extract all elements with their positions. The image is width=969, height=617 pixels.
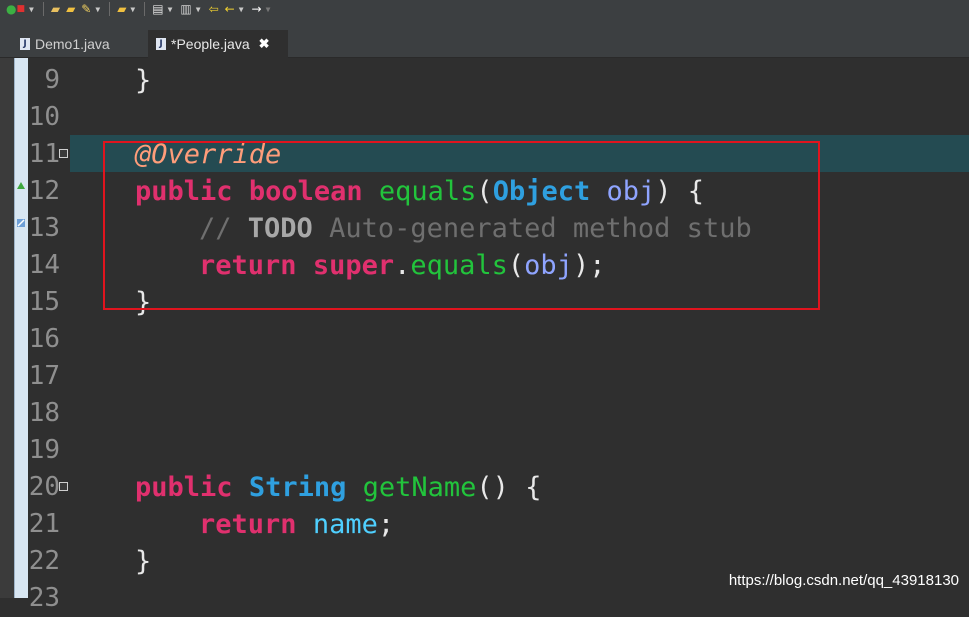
toolbar-separator <box>144 2 146 16</box>
line-number: 21 <box>28 509 60 539</box>
java-file-icon: J <box>156 38 166 50</box>
tab-label: *People.java <box>171 36 250 52</box>
bookmark-icon[interactable]: ▥ <box>178 1 193 17</box>
fold-toggle-icon[interactable] <box>59 482 68 491</box>
code-editor[interactable]: 9 10 11 12 13 14 15 16 17 18 19 20 21 22… <box>0 58 969 613</box>
edit-icon[interactable]: ✎ <box>79 1 93 17</box>
line-number: 22 <box>28 546 60 576</box>
line-number: 16 <box>28 324 60 354</box>
override-marker-icon[interactable] <box>16 181 26 191</box>
keyword-return: return <box>199 509 297 540</box>
chevron-down-icon[interactable]: ▼ <box>130 5 135 14</box>
type-name: String <box>248 472 347 503</box>
tab-demo1[interactable]: J Demo1.java <box>12 30 118 58</box>
line-number: 23 <box>28 583 60 613</box>
back-arrow-icon[interactable]: ← <box>223 1 237 17</box>
semicolon: ; <box>377 509 395 540</box>
keyword-public: public <box>135 472 233 503</box>
open-folder-icon[interactable]: ▰ <box>64 1 77 17</box>
task-marker-icon[interactable] <box>16 218 26 228</box>
chevron-down-icon[interactable]: ▼ <box>266 5 271 14</box>
line-number: 10 <box>28 102 60 132</box>
forward-arrow-icon[interactable]: → <box>250 1 264 17</box>
back-history-icon[interactable]: ⇦ <box>207 1 221 17</box>
java-file-icon: J <box>20 38 30 50</box>
method-name: getName <box>362 472 477 503</box>
line-number: 11 <box>28 139 60 169</box>
highlight-annotation-box <box>103 141 820 310</box>
chevron-down-icon[interactable]: ▼ <box>29 5 34 14</box>
line-number: 18 <box>28 398 60 428</box>
chevron-down-icon[interactable]: ▼ <box>168 5 173 14</box>
search-icon[interactable]: ▤ <box>150 1 165 17</box>
paren-brace: () { <box>476 472 542 503</box>
open-file-icon[interactable]: ▰ <box>115 1 128 17</box>
chevron-down-icon[interactable]: ▼ <box>95 5 100 14</box>
watermark: https://blog.csdn.net/qq_43918130 <box>728 572 959 589</box>
field-name: name <box>312 509 378 540</box>
brace: } <box>135 546 152 577</box>
code-line-21: return name; <box>199 506 394 543</box>
line-number: 20 <box>28 472 60 502</box>
tab-people[interactable]: J *People.java ✖ <box>148 30 288 58</box>
line-number: 14 <box>28 250 60 280</box>
line-number: 9 <box>44 65 60 95</box>
code-line-9: } <box>135 62 151 99</box>
main-toolbar: ● ■ ▼ ▰ ▰ ✎ ▼ ▰ ▼ ▤ ▼ ▥ ▼ ⇦ ← ▼ → ▼ <box>0 0 969 18</box>
editor-tab-bar: J Demo1.java J *People.java ✖ <box>0 18 969 58</box>
line-number: 13 <box>28 213 60 243</box>
code-line-22: } <box>135 543 151 580</box>
chevron-down-icon[interactable]: ▼ <box>196 5 201 14</box>
close-icon[interactable]: ✖ <box>259 36 270 52</box>
open-type-icon[interactable]: ▰ <box>49 1 62 17</box>
toolbar-separator <box>109 2 111 16</box>
toolbar-separator <box>42 2 44 16</box>
brace: } <box>135 65 152 96</box>
tab-label: Demo1.java <box>35 36 110 52</box>
code-line-20: public String getName() { <box>135 469 541 506</box>
line-number: 12 <box>28 176 60 206</box>
editor-left-strip <box>0 58 14 598</box>
chevron-down-icon[interactable]: ▼ <box>239 5 244 14</box>
line-number: 17 <box>28 361 60 391</box>
fold-toggle-icon[interactable] <box>59 149 68 158</box>
debug-run-icon[interactable]: ● ■ <box>4 1 27 17</box>
line-number: 19 <box>28 435 60 465</box>
overview-ruler <box>14 58 29 598</box>
line-number: 15 <box>28 287 60 317</box>
